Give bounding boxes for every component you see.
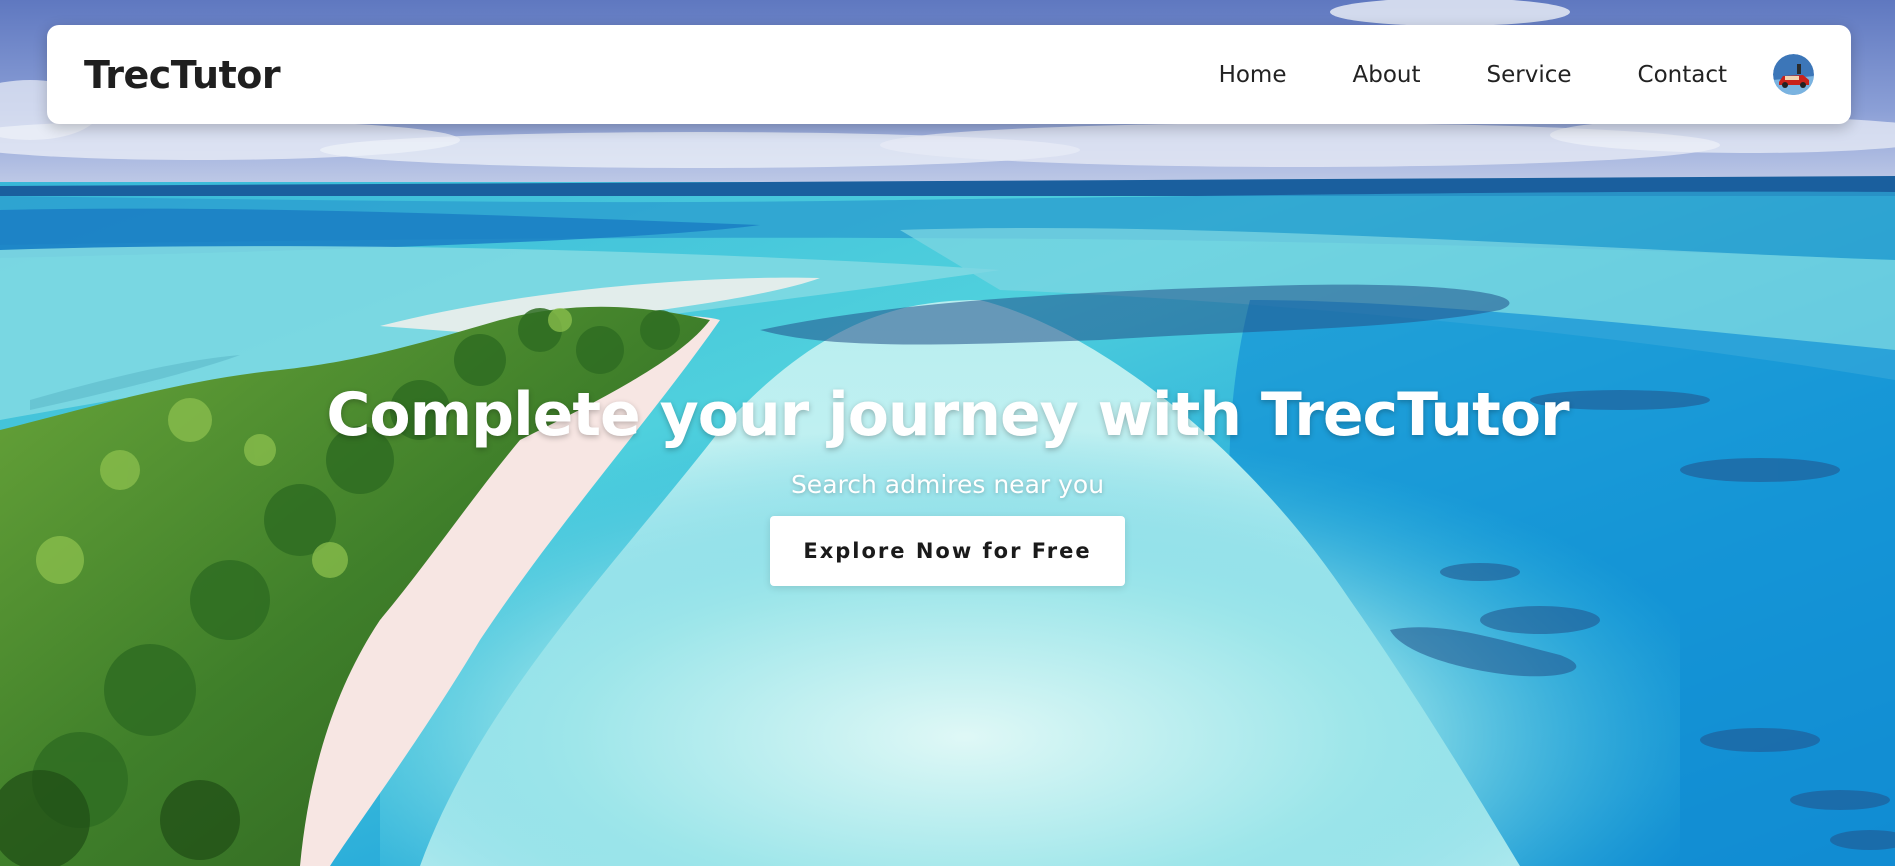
top-navbar: TrecTutor Home About Service Contact: [47, 25, 1851, 124]
nav-link-service[interactable]: Service: [1487, 62, 1572, 88]
hero-title: Complete your journey with TrecTutor: [326, 380, 1569, 450]
explore-now-button[interactable]: Explore Now for Free: [770, 516, 1125, 586]
hero-content: Complete your journey with TrecTutor Sea…: [0, 380, 1895, 586]
brand-logo-text[interactable]: TrecTutor: [84, 53, 281, 97]
hero-subtitle: Search admires near you: [790, 470, 1105, 499]
nav-link-about[interactable]: About: [1352, 62, 1420, 88]
nav-links: Home About Service Contact: [1153, 25, 1727, 124]
hero-section: TrecTutor Home About Service Contact Com…: [0, 0, 1895, 866]
user-avatar-icon[interactable]: [1773, 54, 1814, 95]
nav-link-home[interactable]: Home: [1219, 62, 1287, 88]
nav-link-contact[interactable]: Contact: [1638, 62, 1727, 88]
